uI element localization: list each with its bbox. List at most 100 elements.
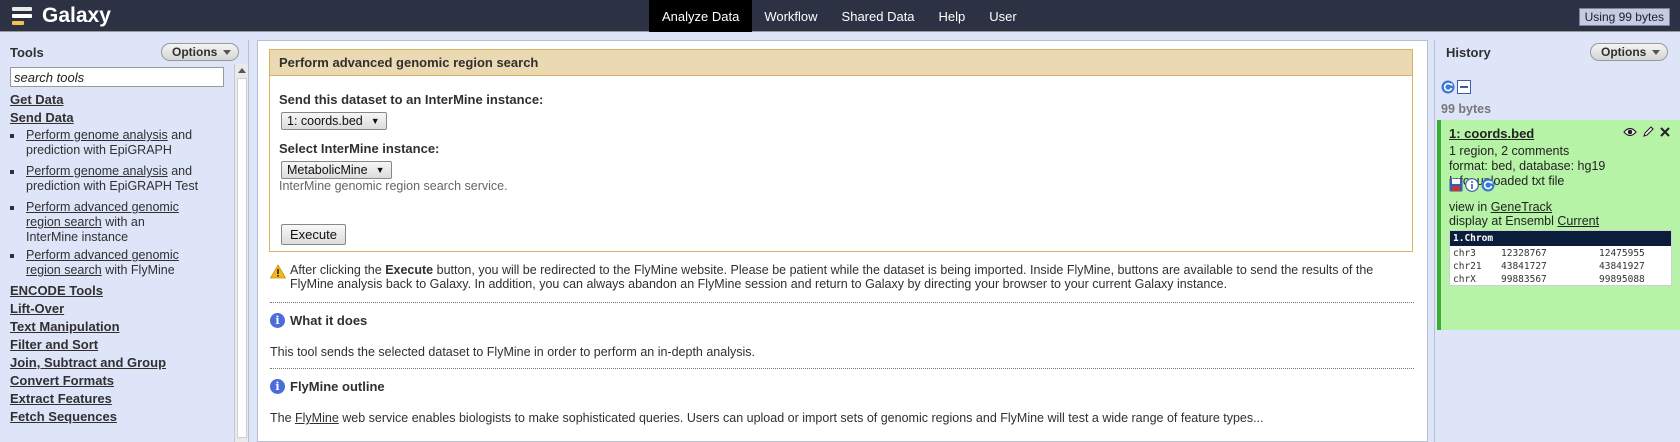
history-options-label: Options — [1601, 45, 1647, 59]
tab-help[interactable]: Help — [927, 0, 978, 32]
tools-options-label: Options — [172, 45, 218, 59]
tool-text: prediction with EpiGRAPH Test — [26, 179, 199, 193]
tool-item: Perform genome analysis and prediction w… — [10, 128, 226, 158]
ensembl-current-link[interactable]: Current — [1557, 214, 1599, 228]
section-fetch-sequences[interactable]: Fetch Sequences — [10, 409, 117, 424]
peek-header: 1.Chrom — [1450, 231, 1671, 246]
peek-cell: 99883567 — [1501, 274, 1547, 285]
tool-link[interactable]: Perform genome analysis — [26, 128, 168, 142]
tool-list-scrollbar[interactable] — [234, 64, 248, 442]
history-panel-header: History Options — [1436, 40, 1680, 64]
section-convert-formats[interactable]: Convert Formats — [10, 373, 114, 388]
outline-text: The FlyMine web service enables biologis… — [270, 411, 1264, 425]
genetrack-link[interactable]: GeneTrack — [1491, 200, 1552, 214]
galaxy-logo-icon — [10, 5, 36, 27]
section-extract-features[interactable]: Extract Features — [10, 391, 112, 406]
section-send-data[interactable]: Send Data — [10, 110, 74, 125]
peek-cell: 43841927 — [1599, 261, 1645, 272]
dataset-format: format: bed, database: hg19 — [1449, 159, 1606, 173]
section-join-subtract-group[interactable]: Join, Subtract and Group — [10, 355, 166, 370]
tool-link[interactable]: Perform advanced genomic — [26, 200, 179, 214]
section-filter-and-sort[interactable]: Filter and Sort — [10, 337, 98, 352]
center-panel: Perform advanced genomic region search S… — [257, 40, 1428, 442]
dataset-label: Send this dataset to an InterMine instan… — [279, 92, 544, 107]
instance-label: Select InterMine instance: — [279, 141, 440, 156]
tool-text: InterMine instance — [26, 230, 129, 244]
tool-text: with an — [101, 215, 145, 229]
peek-cell: chr21 — [1453, 261, 1482, 272]
outline-heading: i FlyMine outline — [270, 379, 385, 394]
tool-text: with FlyMine — [101, 263, 175, 277]
dataset-icon-row — [1449, 178, 1495, 192]
search-tools-input[interactable] — [10, 67, 224, 87]
peek-cell: 12475955 — [1599, 248, 1645, 259]
what-it-does-title: What it does — [290, 313, 368, 328]
history-options-button[interactable]: Options — [1590, 43, 1669, 61]
main-nav: Analyze Data Workflow Shared Data Help U… — [649, 0, 1029, 32]
section-lift-over[interactable]: Lift-Over — [10, 301, 64, 316]
outline-text-post: web service enables biologists to make s… — [338, 411, 1264, 425]
instance-select[interactable]: MetabolicMine ▼ — [281, 161, 392, 179]
execute-button[interactable]: Execute — [281, 224, 346, 245]
scroll-up-icon[interactable] — [238, 68, 246, 73]
peek-cell: chrX — [1453, 274, 1476, 285]
tools-panel-header: Tools Options — [0, 40, 240, 64]
tool-text: and — [167, 164, 193, 178]
tools-options-button[interactable]: Options — [161, 43, 240, 61]
warning-text-pre: After clicking the — [290, 263, 386, 277]
section-encode-tools[interactable]: ENCODE Tools — [10, 283, 103, 298]
tool-item: Perform advanced genomic region search w… — [10, 248, 226, 278]
history-toolbar — [1441, 80, 1471, 94]
section-get-data[interactable]: Get Data — [10, 92, 63, 107]
tab-workflow[interactable]: Workflow — [752, 0, 829, 32]
tab-shared-data[interactable]: Shared Data — [830, 0, 927, 32]
tool-form-title: Perform advanced genomic region search — [270, 50, 1412, 76]
peek-cell: chr3 — [1453, 248, 1476, 259]
eye-icon[interactable] — [1623, 126, 1637, 138]
tool-text: and — [167, 128, 193, 142]
tool-form: Perform advanced genomic region search S… — [269, 49, 1413, 252]
dataset-actions — [1623, 126, 1671, 138]
warning-text-post: button, you will be redirected to the Fl… — [290, 263, 1374, 291]
right-panel-divider[interactable] — [1429, 40, 1435, 442]
tool-link[interactable]: Perform advanced genomic — [26, 248, 179, 262]
collapse-icon[interactable] — [1457, 80, 1471, 94]
flymine-link[interactable]: FlyMine — [295, 411, 339, 425]
tool-item: Perform advanced genomic region search w… — [10, 200, 226, 245]
tab-user[interactable]: User — [977, 0, 1028, 32]
delete-icon[interactable] — [1659, 126, 1671, 138]
rerun-icon[interactable] — [1481, 178, 1495, 192]
peek-row: chr3 12328767 12475955 — [1450, 246, 1671, 259]
tool-link[interactable]: Perform genome analysis — [26, 164, 168, 178]
display-at-line: display at Ensembl Current — [1449, 214, 1599, 228]
divider — [270, 368, 1414, 369]
info-icon[interactable] — [1465, 178, 1479, 192]
dataset-select[interactable]: 1: coords.bed ▼ — [281, 112, 387, 130]
section-text-manipulation[interactable]: Text Manipulation — [10, 319, 120, 334]
tool-link[interactable]: region search — [26, 263, 102, 277]
peek-row: chrX 99883567 99895088 — [1450, 272, 1671, 285]
instance-select-value: MetabolicMine — [287, 163, 368, 177]
history-title: History — [1446, 45, 1491, 60]
peek-cell: 12328767 — [1501, 248, 1547, 259]
dropdown-arrow-icon: ▼ — [370, 116, 380, 126]
warning-message: After clicking the Execute button, you w… — [270, 263, 1410, 291]
tool-link[interactable]: region search — [26, 215, 102, 229]
dataset-select-value: 1: coords.bed — [287, 114, 363, 128]
pencil-icon[interactable] — [1642, 126, 1654, 138]
outline-title: FlyMine outline — [290, 379, 385, 394]
scroll-thumb[interactable] — [237, 78, 247, 438]
info-icon: i — [270, 313, 285, 328]
outline-text-pre: The — [270, 411, 296, 425]
refresh-icon[interactable] — [1441, 80, 1455, 94]
history-size: 99 bytes — [1441, 102, 1492, 116]
dataset-title[interactable]: 1: coords.bed — [1449, 126, 1534, 141]
dropdown-arrow-icon: ▼ — [375, 165, 385, 175]
dataset-peek: 1.Chrom chr3 12328767 12475955 chr21 438417… — [1449, 230, 1672, 286]
save-icon[interactable] — [1449, 178, 1463, 192]
brand[interactable]: Galaxy — [10, 3, 111, 29]
tool-item: Perform genome analysis and prediction w… — [10, 164, 226, 194]
left-panel-divider[interactable] — [248, 40, 256, 442]
tab-analyze-data[interactable]: Analyze Data — [649, 0, 753, 32]
peek-row: chr21 43841727 43841927 — [1450, 259, 1671, 272]
